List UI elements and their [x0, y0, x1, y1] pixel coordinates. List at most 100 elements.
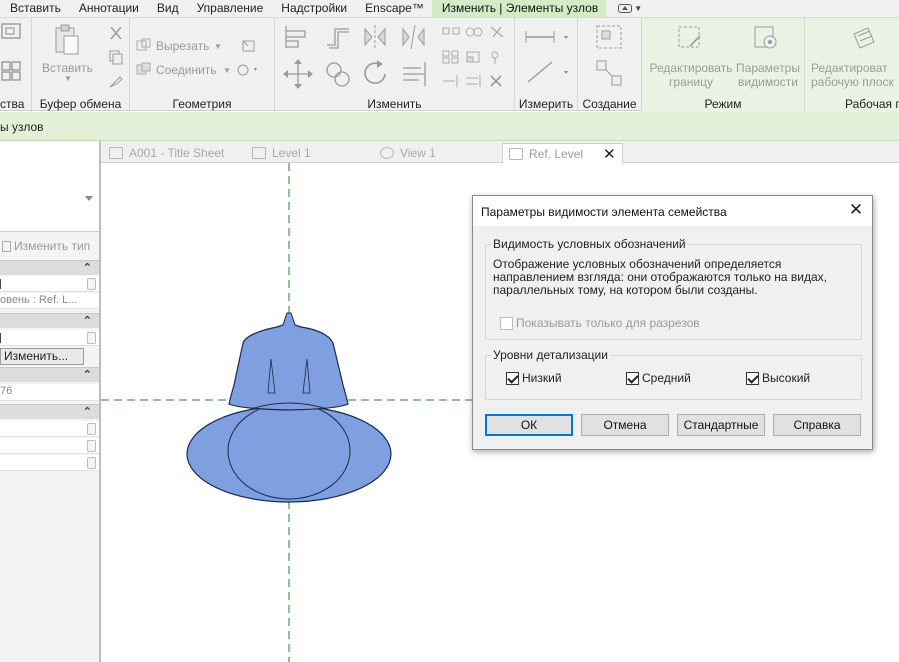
unpin-icon[interactable]: [487, 49, 507, 65]
trim-single-icon[interactable]: [441, 73, 461, 89]
workplane-icon[interactable]: [850, 24, 878, 52]
split-icon[interactable]: [441, 25, 461, 39]
workplane-label-1: Редактироват: [811, 61, 888, 75]
properties-section[interactable]: ⌃: [0, 313, 99, 328]
property-row[interactable]: [0, 455, 99, 471]
panel-create: Создание: [578, 18, 642, 112]
measure-distance-icon[interactable]: [522, 25, 568, 49]
tab-view[interactable]: Вид: [147, 0, 187, 17]
ribbon-tab-bar: Вставить Аннотации Вид Управление Надстр…: [0, 0, 899, 17]
floor-plan-icon: [252, 147, 266, 159]
trim-multiple-icon[interactable]: [464, 73, 484, 89]
cut-dropdown-icon[interactable]: ▼: [214, 40, 222, 54]
visibility-settings-icon[interactable]: [752, 24, 780, 52]
tab-annotate[interactable]: Аннотации: [69, 0, 147, 17]
mirror-axis-icon[interactable]: [361, 23, 391, 51]
options-bar-label: ы узлов: [0, 120, 44, 134]
ok-button[interactable]: ОК: [485, 414, 573, 436]
cut-icon[interactable]: [108, 25, 124, 41]
property-row[interactable]: [0, 438, 99, 454]
panel-title-workplane: Рабочая пл: [845, 97, 899, 111]
property-row[interactable]: [0, 330, 99, 346]
view-tab-level-1[interactable]: Level 1: [252, 143, 311, 163]
tab-manage[interactable]: Управление: [187, 0, 272, 17]
panel-mode: Редактировать границу Параметры видимост…: [642, 18, 805, 112]
cut-geometry-button[interactable]: Вырезать: [156, 39, 209, 53]
properties-section[interactable]: ⌃: [0, 404, 99, 419]
panel-clipboard: Вставить ▼ Буфер обмена: [32, 18, 130, 112]
sections-only-checkbox[interactable]: Показывать только для разрезов: [500, 316, 700, 330]
properties-icon[interactable]: [0, 22, 24, 84]
close-icon[interactable]: ✕: [603, 145, 616, 163]
edit-type-button[interactable]: Изменить тип: [2, 238, 98, 254]
offset-icon[interactable]: [323, 23, 353, 51]
tab-insert[interactable]: Вставить: [0, 0, 69, 17]
join-geometry-button[interactable]: Соединить: [156, 63, 217, 77]
visibility-label-2: видимости: [738, 75, 798, 89]
detail-high-checkbox[interactable]: Высокий: [746, 371, 810, 385]
visibility-settings-button[interactable]: Параметры видимости: [734, 61, 802, 89]
cancel-button[interactable]: Отмена: [581, 414, 669, 436]
move-icon[interactable]: [283, 58, 313, 90]
help-button[interactable]: Справка: [773, 414, 861, 436]
ribbon-minimize-control[interactable]: ▼: [618, 4, 642, 13]
paste-dropdown-icon[interactable]: ▼: [63, 72, 73, 86]
sections-only-label: Показывать только для разрезов: [516, 316, 700, 330]
property-row-level[interactable]: овень : Ref. L...: [0, 293, 99, 309]
view-tab-label: View 1: [400, 146, 436, 160]
properties-section[interactable]: ⌃: [0, 367, 99, 382]
property-row[interactable]: [0, 276, 99, 292]
delete-icon[interactable]: [487, 73, 507, 89]
type-selector[interactable]: [0, 142, 99, 232]
create-similar-icon[interactable]: [594, 58, 626, 90]
property-row[interactable]: [0, 421, 99, 437]
trim-extend-icon[interactable]: [399, 58, 429, 90]
tab-modify-nodes[interactable]: Изменить | Элементы узлов: [431, 0, 607, 17]
view-tab-ref-level[interactable]: Ref. Level ✕: [502, 143, 623, 163]
mirror-draw-icon[interactable]: [399, 23, 429, 51]
edit-visibility-button[interactable]: Изменить...: [0, 348, 84, 365]
checkbox-box: [746, 371, 759, 385]
rotate-icon[interactable]: [361, 58, 391, 90]
family-visibility-dialog: Параметры видимости элемента семейства ✕…: [472, 195, 873, 450]
edit-workplane-button[interactable]: Редактироват рабочую плоск: [811, 61, 894, 89]
chevron-down-icon: [85, 196, 93, 201]
close-icon[interactable]: ✕: [848, 201, 864, 218]
symbol-visibility-description: Отображение условных обозначений определ…: [493, 257, 827, 297]
edit-boundary-label-1: Редактировать: [649, 61, 733, 75]
match-properties-icon[interactable]: [108, 73, 124, 89]
paste-icon[interactable]: [52, 24, 82, 56]
edit-boundary-button[interactable]: Редактировать границу: [648, 61, 734, 89]
split-gap-icon[interactable]: [464, 25, 484, 39]
number-value: 76: [0, 385, 13, 397]
ribbon: ства Вставить ▼ Буфер обмена Вырезать ▼: [0, 17, 899, 112]
join-dropdown-icon[interactable]: ▼: [223, 64, 231, 78]
dialog-titlebar[interactable]: Параметры видимости элемента семейства ✕: [473, 196, 872, 226]
dimension-icon[interactable]: [522, 58, 568, 86]
copy-element-icon[interactable]: [323, 58, 353, 90]
scale-icon[interactable]: [464, 49, 484, 65]
tab-addins[interactable]: Надстройки: [271, 0, 355, 17]
detail-low-checkbox[interactable]: Низкий: [506, 371, 562, 385]
properties-section[interactable]: ⌃: [0, 260, 99, 275]
array-icon[interactable]: [441, 49, 461, 65]
property-row-number[interactable]: 76: [0, 384, 99, 401]
view-tab-view-1[interactable]: View 1: [380, 143, 436, 163]
view-tab-label: A001 - Title Sheet: [129, 146, 225, 160]
detail-medium-checkbox[interactable]: Средний: [626, 371, 691, 385]
view-tab-title-sheet[interactable]: A001 - Title Sheet: [109, 143, 224, 163]
dialog-title: Параметры видимости элемента семейства: [481, 205, 727, 219]
paint-icon[interactable]: [236, 62, 260, 78]
copy-icon[interactable]: [108, 49, 124, 65]
panel-workplane: Редактироват рабочую плоск Рабочая пл: [805, 18, 899, 112]
pin-icon[interactable]: [487, 23, 507, 41]
defaults-button[interactable]: Стандартные: [677, 414, 765, 436]
ribbon-toggle-icon: [618, 4, 633, 13]
cut-geometry-icon: [136, 38, 152, 52]
create-group-icon[interactable]: [594, 23, 626, 53]
symbol-visibility-label: Видимость условных обозначений: [491, 237, 688, 251]
edit-boundary-icon[interactable]: [676, 24, 704, 52]
wall-joins-icon[interactable]: [240, 38, 258, 54]
tab-enscape[interactable]: Enscape™: [355, 0, 432, 17]
align-icon[interactable]: [283, 23, 313, 51]
